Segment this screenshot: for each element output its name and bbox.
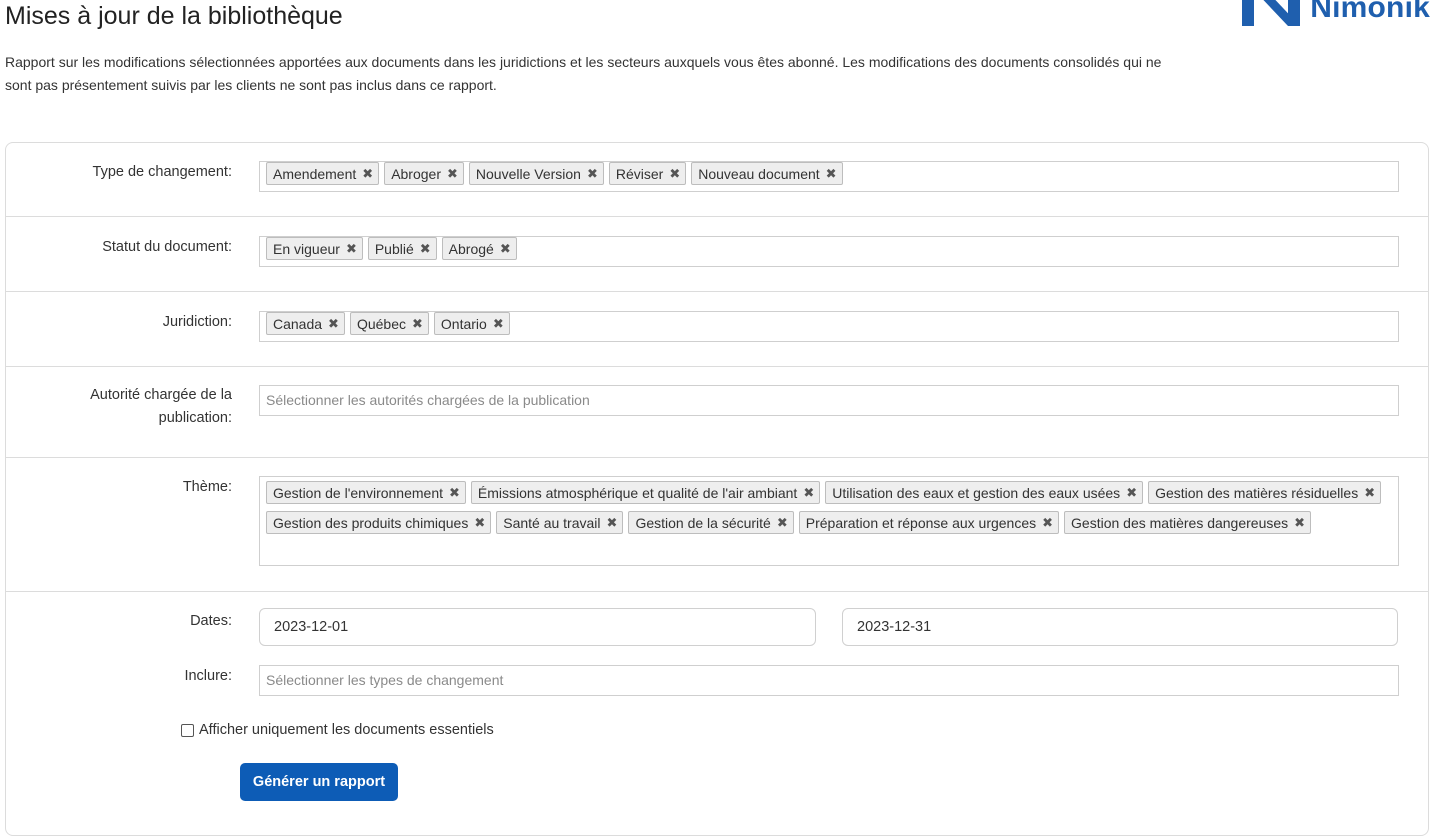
authority-label-line1: Autorité chargée de la bbox=[90, 387, 232, 403]
tag-chip: Gestion des produits chimiques ✖ bbox=[266, 511, 492, 534]
tag-chip: Abrogé ✖ bbox=[441, 237, 517, 260]
tag-label: Abroger bbox=[391, 165, 441, 182]
nimonik-logo-icon bbox=[1242, 0, 1301, 26]
remove-tag-icon[interactable]: ✖ bbox=[669, 167, 680, 180]
tag-label: Québec bbox=[356, 315, 406, 332]
tag-label: Gestion des produits chimiques bbox=[273, 514, 469, 531]
tag-chip: Santé au travail ✖ bbox=[496, 511, 624, 534]
tag-label: Santé au travail bbox=[503, 514, 601, 531]
tag-chip: Nouveau document ✖ bbox=[691, 162, 843, 185]
change-type-label: Type de changement: bbox=[92, 164, 232, 180]
tag-label: Canada bbox=[273, 315, 323, 332]
remove-tag-icon[interactable]: ✖ bbox=[777, 516, 788, 529]
generate-report-button[interactable]: Générer un rapport bbox=[240, 763, 398, 801]
remove-tag-icon[interactable]: ✖ bbox=[803, 486, 814, 499]
authority-placeholder: Sélectionner les autorités chargées de l… bbox=[266, 392, 590, 408]
tag-label: Amendement bbox=[273, 165, 357, 182]
remove-tag-icon[interactable]: ✖ bbox=[587, 167, 598, 180]
tag-chip: Utilisation des eaux et gestion des eaux… bbox=[825, 481, 1144, 504]
remove-tag-icon[interactable]: ✖ bbox=[328, 317, 339, 330]
tag-label: Publié bbox=[374, 240, 414, 257]
theme-select[interactable]: Gestion de l'environnement ✖ Émissions atm… bbox=[259, 476, 1399, 566]
tag-chip: Québec ✖ bbox=[349, 312, 429, 335]
tag-chip: En vigueur ✖ bbox=[266, 237, 363, 260]
logo-text: Nimonik bbox=[1310, 0, 1430, 24]
tag-chip: Réviser ✖ bbox=[608, 162, 687, 185]
tag-chip: Émissions atmosphérique et qualité de l'… bbox=[470, 481, 821, 504]
tag-chip: Amendement ✖ bbox=[266, 162, 380, 185]
include-select[interactable]: Sélectionner les types de changement bbox=[259, 665, 1399, 696]
tag-label: En vigueur bbox=[273, 240, 340, 257]
tag-label: Émissions atmosphérique et qualité de l'… bbox=[477, 484, 798, 501]
tag-chip: Publié ✖ bbox=[367, 237, 437, 260]
tag-label: Utilisation des eaux et gestion des eaux… bbox=[832, 484, 1121, 501]
remove-tag-icon[interactable]: ✖ bbox=[826, 167, 837, 180]
change-type-row: Type de changement: Amendement ✖ Abroger ✖ N… bbox=[6, 143, 1428, 217]
change-type-select[interactable]: Amendement ✖ Abroger ✖ Nouvelle Version ✖ Révi… bbox=[259, 161, 1399, 192]
theme-row: Thème: Gestion de l'environnement ✖ Émissi… bbox=[6, 458, 1428, 592]
doc-status-row: Statut du document: En vigueur ✖ Publié ✖ Ab… bbox=[6, 217, 1428, 292]
tag-label: Gestion de la sécurité bbox=[635, 514, 771, 531]
tag-label: Gestion des matières dangereuses bbox=[1071, 514, 1289, 531]
tag-label: Abrogé bbox=[448, 240, 494, 257]
remove-tag-icon[interactable]: ✖ bbox=[1042, 516, 1053, 529]
dates-label: Dates: bbox=[190, 613, 232, 629]
remove-tag-icon[interactable]: ✖ bbox=[420, 242, 431, 255]
tag-chip: Nouvelle Version ✖ bbox=[468, 162, 604, 185]
tag-chip: Ontario ✖ bbox=[433, 312, 510, 335]
tag-chip: Gestion des matières dangereuses ✖ bbox=[1064, 511, 1312, 534]
tag-chip: Gestion de l'environnement ✖ bbox=[266, 481, 466, 504]
dates-section: Dates: 2023-12-01 2023-12-31 Inclure: Sé… bbox=[6, 592, 1428, 836]
remove-tag-icon[interactable]: ✖ bbox=[1294, 516, 1305, 529]
authority-label: Autorité chargée de la publication: bbox=[6, 384, 232, 430]
remove-tag-icon[interactable]: ✖ bbox=[449, 486, 460, 499]
authority-row: Autorité chargée de la publication: Séle… bbox=[6, 367, 1428, 458]
tag-label: Préparation et réponse aux urgences bbox=[805, 514, 1037, 531]
essential-only-option[interactable]: Afficher uniquement les documents essent… bbox=[181, 722, 494, 738]
jurisdiction-label: Juridiction: bbox=[162, 314, 232, 330]
tag-chip: Préparation et réponse aux urgences ✖ bbox=[798, 511, 1060, 534]
jurisdiction-row: Juridiction: Canada ✖ Québec ✖ Ontario ✖ bbox=[6, 292, 1428, 367]
tag-label: Réviser bbox=[615, 165, 664, 182]
doc-status-label: Statut du document: bbox=[102, 239, 232, 255]
authority-label-line2: publication: bbox=[158, 410, 232, 426]
include-placeholder: Sélectionner les types de changement bbox=[266, 672, 504, 688]
tag-chip: Abroger ✖ bbox=[384, 162, 464, 185]
remove-tag-icon[interactable]: ✖ bbox=[607, 516, 618, 529]
tag-label: Gestion des matières résiduelles bbox=[1155, 484, 1359, 501]
page-title: Mises à jour de la bibliothèque bbox=[5, 2, 343, 30]
intro-text: Rapport sur les modifications sélectionn… bbox=[5, 54, 1162, 93]
report-form: Type de changement: Amendement ✖ Abroger ✖ N… bbox=[5, 142, 1429, 836]
tag-chip: Canada ✖ bbox=[266, 312, 345, 335]
remove-tag-icon[interactable]: ✖ bbox=[1364, 486, 1375, 499]
end-date-input[interactable]: 2023-12-31 bbox=[842, 608, 1398, 646]
tag-label: Nouvelle Version bbox=[475, 165, 581, 182]
tag-label: Gestion de l'environnement bbox=[273, 484, 443, 501]
tag-chip: Gestion des matières résiduelles ✖ bbox=[1148, 481, 1382, 504]
remove-tag-icon[interactable]: ✖ bbox=[474, 516, 485, 529]
start-date-input[interactable]: 2023-12-01 bbox=[259, 608, 816, 646]
remove-tag-icon[interactable]: ✖ bbox=[346, 242, 357, 255]
tag-chip: Gestion de la sécurité ✖ bbox=[628, 511, 794, 534]
remove-tag-icon[interactable]: ✖ bbox=[493, 317, 504, 330]
authority-select[interactable]: Sélectionner les autorités chargées de l… bbox=[259, 385, 1399, 416]
doc-status-select[interactable]: En vigueur ✖ Publié ✖ Abrogé ✖ bbox=[259, 236, 1399, 267]
remove-tag-icon[interactable]: ✖ bbox=[362, 167, 373, 180]
jurisdiction-select[interactable]: Canada ✖ Québec ✖ Ontario ✖ bbox=[259, 311, 1399, 342]
remove-tag-icon[interactable]: ✖ bbox=[1126, 486, 1137, 499]
essential-only-checkbox[interactable] bbox=[181, 723, 194, 737]
remove-tag-icon[interactable]: ✖ bbox=[412, 317, 423, 330]
theme-label: Thème: bbox=[182, 479, 232, 495]
nimonik-logo: Nimonik bbox=[1240, 0, 1430, 26]
tag-label: Nouveau document bbox=[698, 165, 820, 182]
remove-tag-icon[interactable]: ✖ bbox=[447, 167, 458, 180]
tag-label: Ontario bbox=[440, 315, 487, 332]
include-label: Inclure: bbox=[184, 668, 232, 684]
remove-tag-icon[interactable]: ✖ bbox=[500, 242, 511, 255]
essential-only-label: Afficher uniquement les documents essent… bbox=[199, 722, 494, 738]
